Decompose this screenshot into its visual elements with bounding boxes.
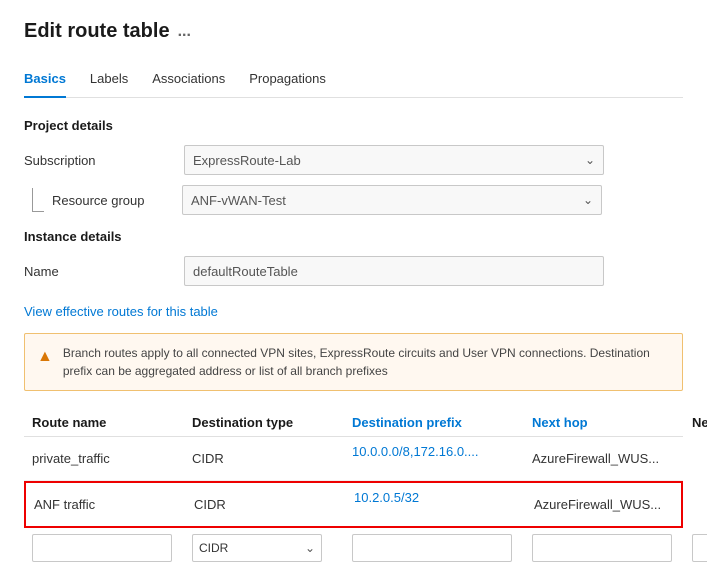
table-row[interactable]: private_traffic CIDR 10.0.0.0/8,172.16.0… [24,437,683,481]
tab-associations[interactable]: Associations [152,63,225,98]
tabs-nav: Basics Labels Associations Propagations [24,63,683,98]
header-dest-prefix: Destination prefix [352,415,532,430]
row2-dest-prefix: 10.2.0.5/32 [354,490,534,505]
add-route-name-input[interactable] [32,534,172,562]
resource-group-value: ANF-vWAN-Test [191,193,286,208]
row1-route-name: private_traffic [32,451,192,466]
row1-next-hop: AzureFirewall_WUS... [532,451,692,466]
header-dest-type: Destination type [192,415,352,430]
table-header: Route name Destination type Destination … [24,409,683,437]
row2-route-name: ANF traffic [34,497,194,512]
warning-text: Branch routes apply to all connected VPN… [63,344,670,380]
add-dest-type-dropdown[interactable]: CIDR ⌄ [192,534,322,562]
title-text: Edit route table [24,20,170,43]
add-next-hop-ip-dropdown[interactable]: ⌄ [692,534,707,562]
subscription-value: ExpressRoute-Lab [193,153,301,168]
header-route-name: Route name [32,415,192,430]
instance-details-section: Instance details Name defaultRouteTable [24,229,683,286]
warning-box: ▲ Branch routes apply to all connected V… [24,333,683,391]
table-row[interactable]: ANF traffic CIDR 10.2.0.5/32 AzureFirewa… [24,481,683,528]
row1-dest-type: CIDR [192,451,352,466]
add-dest-type-value: CIDR [199,541,228,555]
add-route-row: CIDR ⌄ ⌄ [24,530,683,566]
name-field: defaultRouteTable [184,256,604,286]
tab-labels[interactable]: Labels [90,63,128,98]
instance-details-title: Instance details [24,229,683,244]
page-title: Edit route table ... [24,20,683,43]
view-effective-routes-link[interactable]: View effective routes for this table [24,304,218,319]
resource-group-label: Resource group [52,193,182,208]
add-dest-prefix-input[interactable] [352,534,512,562]
project-details-section: Project details Subscription ExpressRout… [24,118,683,215]
resource-group-dropdown[interactable]: ANF-vWAN-Test ⌄ [182,185,602,215]
row1-dest-prefix: 10.0.0.0/8,172.16.0.... [352,444,532,459]
subscription-row: Subscription ExpressRoute-Lab ⌄ [24,145,683,175]
header-next-hop: Next hop [532,415,692,430]
name-label: Name [24,264,184,279]
ellipsis-menu-icon[interactable]: ... [178,23,191,41]
add-next-hop-input[interactable] [532,534,672,562]
resource-group-row: Resource group ANF-vWAN-Test ⌄ [24,185,683,215]
name-row: Name defaultRouteTable [24,256,683,286]
subscription-label: Subscription [24,153,184,168]
name-value: defaultRouteTable [193,264,298,279]
tab-basics[interactable]: Basics [24,63,66,98]
tab-propagations[interactable]: Propagations [249,63,326,98]
row2-next-hop: AzureFirewall_WUS... [534,497,694,512]
indent-connector [32,188,44,212]
header-next-hop-ip: Next Hop IP [692,415,707,430]
row2-dest-type: CIDR [194,497,354,512]
resource-group-dropdown-arrow: ⌄ [583,193,593,207]
add-dest-type-arrow: ⌄ [305,541,315,555]
project-details-title: Project details [24,118,683,133]
subscription-dropdown-arrow: ⌄ [585,153,595,167]
subscription-dropdown[interactable]: ExpressRoute-Lab ⌄ [184,145,604,175]
routes-table: Route name Destination type Destination … [24,409,683,566]
warning-triangle-icon: ▲ [37,345,53,380]
